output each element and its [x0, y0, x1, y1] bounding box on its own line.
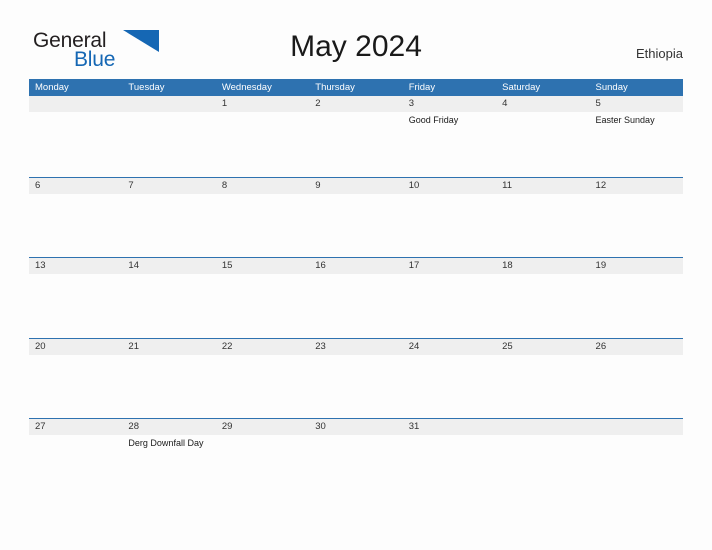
day-cell[interactable]: 4	[496, 96, 589, 177]
day-number: 7	[128, 179, 134, 191]
day-number: 5	[595, 98, 601, 109]
day-cell[interactable]: 13	[29, 258, 122, 338]
day-number: 12	[595, 179, 607, 191]
day-number: 22	[221, 340, 233, 352]
day-number: 8	[221, 179, 228, 191]
day-number: 9	[315, 179, 321, 191]
day-number: 10	[408, 179, 420, 191]
day-cell[interactable]: 3 Good Friday	[403, 96, 496, 177]
country-label: Ethiopia	[636, 46, 683, 61]
weekday-header-thursday: Thursday	[315, 81, 355, 93]
day-number: 30	[315, 421, 326, 433]
day-number: 14	[128, 260, 139, 272]
day-cell[interactable]: 19	[590, 258, 683, 338]
day-cell-empty	[122, 96, 215, 177]
day-cell[interactable]: 23	[309, 339, 402, 419]
week-cells: 20 21 22 23 24 25 26	[29, 339, 683, 419]
day-event-label: Good Friday	[408, 115, 459, 125]
day-cell-empty	[496, 419, 589, 499]
day-cell[interactable]: 20	[29, 339, 122, 419]
day-cell[interactable]: 30	[309, 419, 402, 499]
week-cells: 13 14 15 16 17 18 19	[29, 258, 683, 338]
calendar-week-row: 6 7 8 9 10 11 12	[29, 176, 683, 258]
day-number	[128, 96, 215, 112]
day-number: 20	[35, 340, 46, 352]
calendar-page: General Blue May 2024 Ethiopia Monday Tu…	[0, 0, 712, 550]
day-cell[interactable]: 25	[496, 339, 589, 419]
day-cell[interactable]: 11	[496, 178, 589, 258]
day-number: 6	[35, 179, 41, 191]
day-number: 31	[408, 421, 420, 433]
day-number: 11	[502, 179, 512, 191]
day-cell[interactable]: 28 Derg Downfall Day	[122, 419, 215, 499]
day-number: 27	[35, 421, 46, 433]
weekday-header-saturday: Saturday	[502, 81, 541, 93]
page-header: General Blue May 2024 Ethiopia	[0, 0, 712, 78]
day-number: 19	[595, 260, 607, 272]
weekday-header-friday: Friday	[408, 81, 436, 93]
week-cells: 1 2 3 Good Friday 4 5 Easter Sunday	[29, 96, 683, 177]
day-cell[interactable]: 16	[309, 258, 402, 338]
day-cell[interactable]: 31	[403, 419, 496, 499]
day-number	[502, 419, 589, 435]
week-cells: 27 28 Derg Downfall Day 29 30 31	[29, 419, 683, 499]
weekday-header-tuesday: Tuesday	[128, 81, 165, 93]
day-number: 26	[595, 340, 607, 352]
day-number: 29	[221, 421, 233, 433]
weekday-header-monday: Monday	[35, 81, 69, 93]
day-number: 3	[408, 98, 414, 109]
calendar-week-row: 20 21 22 23 24 25 26	[29, 337, 683, 419]
calendar-grid: Monday Tuesday Wednesday Thursday Friday…	[29, 79, 683, 499]
day-number: 4	[502, 98, 508, 109]
day-cell[interactable]: 5 Easter Sunday	[590, 96, 683, 177]
day-number: 15	[221, 260, 233, 272]
calendar-weeks-container: 1 2 3 Good Friday 4 5 Easter Sunday 6 7 8 9 10 11 12 1…	[29, 96, 683, 499]
day-number: 17	[408, 260, 420, 272]
day-number: 28	[128, 421, 139, 433]
day-number: 24	[408, 340, 420, 352]
day-event-label: Easter Sunday	[595, 115, 655, 125]
calendar-week-row: 13 14 15 16 17 18 19	[29, 257, 683, 338]
day-number: 21	[128, 340, 139, 352]
day-number: 16	[315, 260, 326, 272]
calendar-week-row: 1 2 3 Good Friday 4 5 Easter Sunday	[29, 96, 683, 177]
day-number: 18	[502, 260, 513, 272]
day-cell[interactable]: 10	[403, 178, 496, 258]
day-cell[interactable]: 7	[122, 178, 215, 258]
day-number: 1	[221, 98, 228, 109]
day-cell[interactable]: 24	[403, 339, 496, 419]
weekday-header-wednesday: Wednesday	[221, 81, 272, 93]
day-cell[interactable]: 2	[309, 96, 402, 177]
day-cell-empty	[29, 96, 122, 177]
page-title: May 2024	[290, 30, 422, 63]
day-cell[interactable]: 8	[216, 178, 309, 258]
day-number: 25	[502, 340, 513, 352]
week-cells: 6 7 8 9 10 11 12	[29, 178, 683, 258]
day-cell[interactable]: 6	[29, 178, 122, 258]
day-cell[interactable]: 9	[309, 178, 402, 258]
calendar-week-row: 27 28 Derg Downfall Day 29 30 31	[29, 418, 683, 499]
day-cell[interactable]: 14	[122, 258, 215, 338]
day-event-label: Derg Downfall Day	[128, 438, 204, 449]
day-cell[interactable]: 18	[496, 258, 589, 338]
day-cell[interactable]: 17	[403, 258, 496, 338]
day-cell-empty	[590, 419, 683, 499]
day-cell[interactable]: 15	[216, 258, 309, 338]
day-number: 2	[315, 98, 321, 109]
day-cell[interactable]: 1	[216, 96, 309, 177]
day-number: 23	[315, 340, 326, 352]
day-cell[interactable]: 21	[122, 339, 215, 419]
weekday-header-sunday: Sunday	[595, 81, 628, 93]
day-cell[interactable]: 29	[216, 419, 309, 499]
day-cell[interactable]: 22	[216, 339, 309, 419]
day-cell[interactable]: 26	[590, 339, 683, 419]
day-number	[35, 96, 122, 112]
day-number: 13	[35, 260, 46, 272]
day-cell[interactable]: 27	[29, 419, 122, 499]
day-cell[interactable]: 12	[590, 178, 683, 258]
day-number	[596, 419, 683, 435]
weekday-header-row: Monday Tuesday Wednesday Thursday Friday…	[29, 79, 683, 96]
